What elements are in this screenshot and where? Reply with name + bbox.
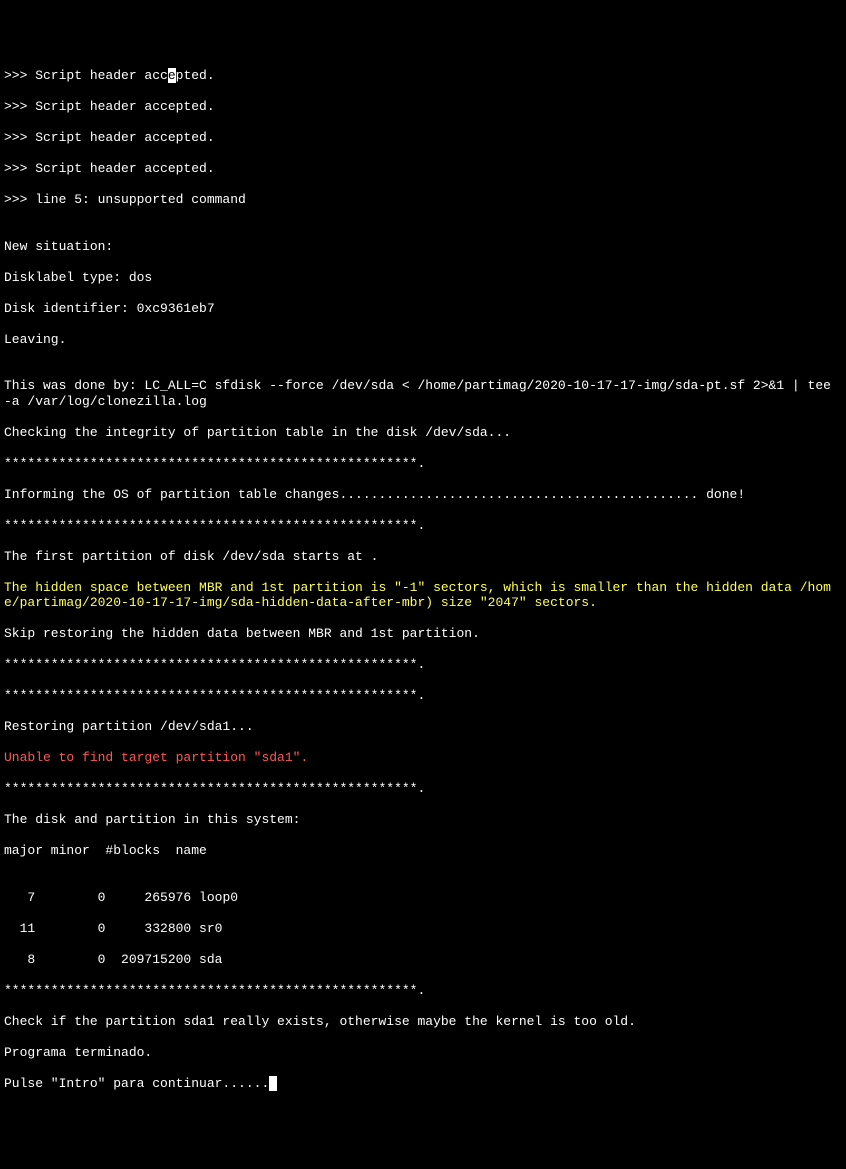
terminal-line: >>> Script header accepted. bbox=[4, 68, 846, 84]
terminal-line: ****************************************… bbox=[4, 983, 846, 999]
terminal-line: Check if the partition sda1 really exist… bbox=[4, 1014, 846, 1030]
terminal-line: >>> Script header accepted. bbox=[4, 99, 846, 115]
terminal-line: ****************************************… bbox=[4, 657, 846, 673]
terminal-line: 11 0 332800 sr0 bbox=[4, 921, 846, 937]
input-cursor bbox=[269, 1076, 277, 1091]
terminal-line: Disklabel type: dos bbox=[4, 270, 846, 286]
terminal-line: ****************************************… bbox=[4, 456, 846, 472]
terminal-line: 7 0 265976 loop0 bbox=[4, 890, 846, 906]
terminal-line-warning: The hidden space between MBR and 1st par… bbox=[4, 580, 846, 611]
terminal-line: The disk and partition in this system: bbox=[4, 812, 846, 828]
terminal-line: Disk identifier: 0xc9361eb7 bbox=[4, 301, 846, 317]
text-cursor: e bbox=[168, 68, 176, 83]
terminal-line: >>> line 5: unsupported command bbox=[4, 192, 846, 208]
terminal-line: ****************************************… bbox=[4, 518, 846, 534]
terminal-line: 8 0 209715200 sda bbox=[4, 952, 846, 968]
terminal-line: ****************************************… bbox=[4, 688, 846, 704]
terminal-line: New situation: bbox=[4, 239, 846, 255]
terminal-line: Leaving. bbox=[4, 332, 846, 348]
terminal-line: ****************************************… bbox=[4, 781, 846, 797]
terminal-line: Checking the integrity of partition tabl… bbox=[4, 425, 846, 441]
terminal-line: >>> Script header accepted. bbox=[4, 161, 846, 177]
terminal-line-error: Unable to find target partition "sda1". bbox=[4, 750, 846, 766]
terminal-line: The first partition of disk /dev/sda sta… bbox=[4, 549, 846, 565]
terminal-line: >>> Script header accepted. bbox=[4, 130, 846, 146]
terminal-prompt[interactable]: Pulse "Intro" para continuar...... bbox=[4, 1076, 846, 1092]
terminal-line: Programa terminado. bbox=[4, 1045, 846, 1061]
terminal-line: Informing the OS of partition table chan… bbox=[4, 487, 846, 503]
terminal-line: This was done by: LC_ALL=C sfdisk --forc… bbox=[4, 378, 846, 409]
terminal-line: Restoring partition /dev/sda1... bbox=[4, 719, 846, 735]
text: pted. bbox=[176, 68, 215, 83]
prompt-text: Pulse "Intro" para continuar...... bbox=[4, 1076, 269, 1091]
terminal-line: Skip restoring the hidden data between M… bbox=[4, 626, 846, 642]
text: >>> Script header acc bbox=[4, 68, 168, 83]
terminal-line: major minor #blocks name bbox=[4, 843, 846, 859]
